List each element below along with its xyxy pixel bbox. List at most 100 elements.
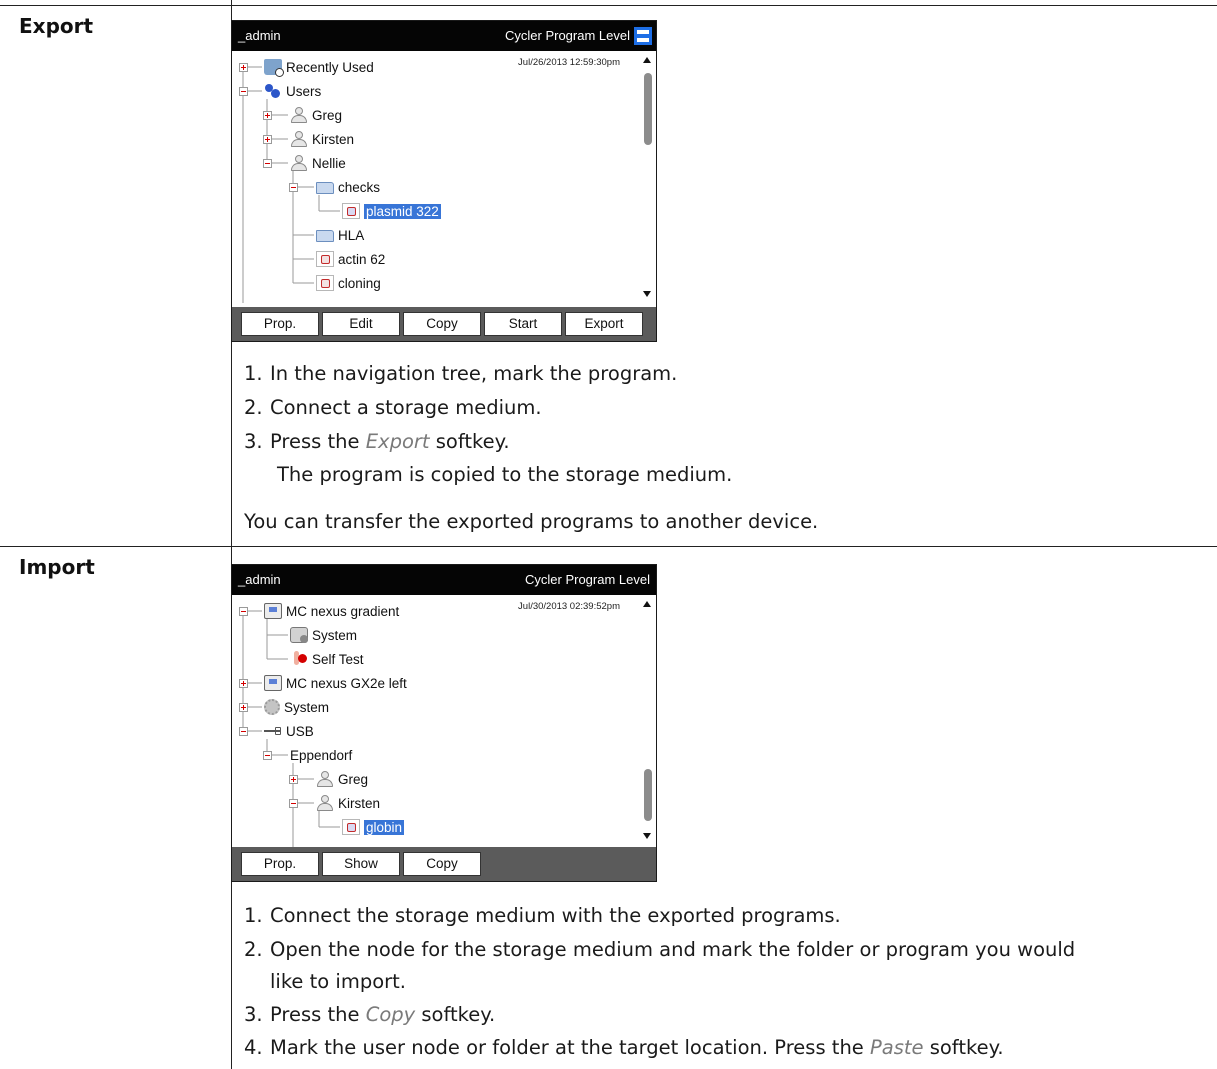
tree-node-label: Kirsten (312, 131, 355, 147)
step-number: 2. (244, 938, 263, 961)
softkey-bar: Prop. Edit Copy Start Export (232, 307, 656, 341)
tree-node-hla[interactable]: HLA (316, 225, 364, 245)
tree-node-label: actin 62 (338, 251, 386, 267)
tree-node-system-root[interactable]: System (264, 697, 329, 717)
tree-node-cloning[interactable]: cloning (316, 273, 381, 293)
tree-node-users[interactable]: Users (264, 81, 321, 101)
step-number: 3. (244, 1003, 263, 1026)
tree-node-globin[interactable]: globin (342, 817, 405, 837)
expander-eppendorf[interactable] (263, 751, 272, 760)
program-icon (316, 251, 334, 267)
folder-icon (316, 182, 334, 194)
recently-used-icon (264, 59, 284, 77)
export-note: You can transfer the exported programs t… (244, 510, 819, 533)
tree-node-label: Users (286, 83, 322, 99)
user-icon (316, 771, 334, 787)
user-icon (316, 795, 334, 811)
tree-node-nellie[interactable]: Nellie (290, 153, 346, 173)
tree-node-eppendorf[interactable]: Eppendorf (290, 745, 352, 765)
copy-softkey[interactable]: Copy (403, 852, 481, 876)
tree-node-label: Self Test (312, 651, 364, 667)
self-test-icon (290, 651, 308, 667)
tree-node-mc-nexus-gx2e-left[interactable]: MC nexus GX2e left (264, 673, 407, 693)
expander-system[interactable] (239, 703, 248, 712)
prop-softkey[interactable]: Prop. (241, 852, 319, 876)
tree-node-label: Eppendorf (290, 747, 353, 763)
expander-checks[interactable] (289, 183, 298, 192)
tree-node-label-selected: globin (364, 819, 405, 835)
folder-icon (316, 230, 334, 242)
step-text-post: softkey. (429, 430, 510, 453)
tree-node-label: MC nexus GX2e left (286, 675, 407, 691)
softkey-reference: Export (365, 430, 430, 453)
expander-users[interactable] (239, 87, 248, 96)
expander-nellie[interactable] (263, 159, 272, 168)
tree-node-label: USB (286, 723, 314, 739)
tree-node-label: cloning (338, 275, 381, 291)
step-number: 2. (244, 396, 263, 419)
tree-node-actin-62[interactable]: actin 62 (316, 249, 385, 269)
tree-node-label: checks (338, 179, 381, 195)
step-number: 1. (244, 362, 263, 385)
prop-softkey[interactable]: Prop. (241, 312, 319, 336)
step-text: Connect the storage medium with the expo… (270, 904, 841, 927)
expander-greg[interactable] (263, 111, 272, 120)
tree-node-checks[interactable]: checks (316, 177, 380, 197)
tree-node-kirsten[interactable]: Kirsten (290, 129, 354, 149)
softkey-reference: Copy (365, 1003, 416, 1026)
expander-kirsten[interactable] (263, 135, 272, 144)
tree-node-label: Nellie (312, 155, 346, 171)
tree-node-greg[interactable]: Greg (316, 769, 368, 789)
show-softkey[interactable]: Show (322, 852, 400, 876)
tree-node-label: Greg (312, 107, 343, 123)
tree-node-label: Kirsten (338, 795, 381, 811)
user-icon (290, 155, 308, 171)
copy-softkey[interactable]: Copy (403, 312, 481, 336)
tree-node-mc-nexus-gradient[interactable]: MC nexus gradient (264, 601, 399, 621)
expander-mc-nexus-gradient[interactable] (239, 607, 248, 616)
program-icon (342, 819, 360, 835)
system-settings-icon (290, 627, 308, 643)
expander-recently-used[interactable] (239, 63, 248, 72)
tree-node-recently-used[interactable]: Recently Used (264, 57, 374, 77)
step-text: Mark the user node or folder at the targ… (270, 1036, 1004, 1059)
tree-node-system[interactable]: System (290, 625, 357, 645)
user-icon (290, 131, 308, 147)
export-result: The program is copied to the storage med… (277, 463, 733, 486)
tree-node-label: HLA (338, 227, 365, 243)
tree-node-greg[interactable]: Greg (290, 105, 342, 125)
step-text-pre: Press the (270, 430, 366, 453)
expander-kirsten[interactable] (289, 799, 298, 808)
usb-icon (264, 723, 282, 739)
step-text: Press the Copy softkey. (270, 1003, 495, 1026)
table-row-divider (0, 546, 1217, 547)
tree-node-label-selected: plasmid 322 (364, 203, 441, 219)
cycler-device-icon (264, 675, 282, 691)
start-softkey[interactable]: Start (484, 312, 562, 336)
import-step-2-continued: like to import. (270, 970, 406, 993)
expander-mc-nexus-gx2e-left[interactable] (239, 679, 248, 688)
import-screen: _admin Cycler Program Level Jul/30/2013 … (231, 564, 657, 882)
gear-icon (264, 699, 280, 715)
program-icon (316, 275, 334, 291)
tree-node-usb[interactable]: USB (264, 721, 314, 741)
users-icon (264, 83, 282, 99)
step-text-pre: Mark the user node or folder at the targ… (270, 1036, 870, 1059)
edit-softkey[interactable]: Edit (322, 312, 400, 336)
export-softkey[interactable]: Export (565, 312, 643, 336)
import-section-label: Import (19, 555, 95, 579)
tree-node-label: Recently Used (286, 59, 374, 75)
softkey-bar: Prop. Show Copy (232, 847, 656, 881)
softkey-reference: Paste (870, 1036, 924, 1059)
tree-node-kirsten[interactable]: Kirsten (316, 793, 380, 813)
tree-node-self-test[interactable]: Self Test (290, 649, 364, 669)
expander-usb[interactable] (239, 727, 248, 736)
cycler-device-icon (264, 603, 282, 619)
table-top-rule (0, 5, 1217, 6)
expander-greg[interactable] (289, 775, 298, 784)
tree-node-plasmid-322[interactable]: plasmid 322 (342, 201, 441, 221)
step-text: In the navigation tree, mark the program… (270, 362, 678, 385)
step-number: 1. (244, 904, 263, 927)
tree-node-label: System (284, 699, 330, 715)
tree-node-label: Greg (338, 771, 369, 787)
